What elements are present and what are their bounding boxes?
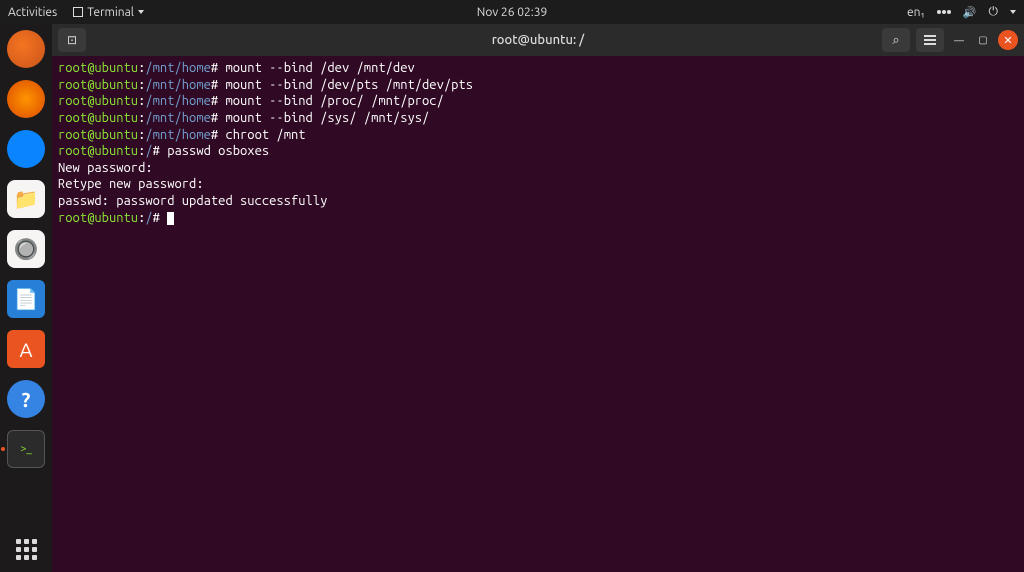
menu-button[interactable]	[916, 28, 944, 52]
dock: 📁 🔘 📄 A ? >_	[0, 24, 52, 572]
dock-help[interactable]: ?	[7, 380, 45, 418]
dock-ubuntu[interactable]	[7, 30, 45, 68]
dock-files[interactable]: 📁	[7, 180, 45, 218]
window-title: root@ubuntu: /	[492, 33, 585, 47]
input-language[interactable]: en₁	[907, 6, 925, 19]
dock-rhythmbox[interactable]: 🔘	[7, 230, 45, 268]
speaker-icon[interactable]	[963, 6, 977, 19]
power-icon[interactable]	[989, 5, 999, 19]
dock-writer[interactable]: 📄	[7, 280, 45, 318]
dock-software[interactable]: A	[7, 330, 45, 368]
maximize-button[interactable]: ▢	[974, 31, 992, 49]
show-applications-button[interactable]	[16, 539, 37, 560]
titlebar: ⊡ root@ubuntu: / ⌕ — ▢ ✕	[52, 24, 1024, 56]
minimize-button[interactable]: —	[950, 31, 968, 49]
search-button[interactable]: ⌕	[882, 28, 910, 52]
top-panel: Activities Terminal Nov 26 02:39 en₁	[0, 0, 1024, 24]
network-icon[interactable]	[937, 10, 951, 14]
terminal-window: ⊡ root@ubuntu: / ⌕ — ▢ ✕ root@ubuntu:/mn…	[52, 24, 1024, 572]
search-icon: ⌕	[892, 33, 899, 48]
terminal-app-icon	[73, 7, 83, 17]
dock-terminal[interactable]: >_	[7, 430, 45, 468]
clock[interactable]: Nov 26 02:39	[477, 6, 547, 19]
chevron-down-icon[interactable]	[1010, 10, 1016, 14]
terminal-output[interactable]: root@ubuntu:/mnt/home# mount --bind /dev…	[52, 56, 1024, 572]
dock-thunderbird[interactable]	[7, 130, 45, 168]
hamburger-icon	[924, 35, 936, 45]
new-tab-button[interactable]: ⊡	[58, 28, 86, 52]
app-menu-label: Terminal	[87, 6, 134, 19]
chevron-down-icon	[138, 10, 144, 14]
dock-firefox[interactable]	[7, 80, 45, 118]
app-menu[interactable]: Terminal	[73, 6, 144, 19]
activities-button[interactable]: Activities	[8, 6, 57, 19]
close-button[interactable]: ✕	[998, 30, 1018, 50]
